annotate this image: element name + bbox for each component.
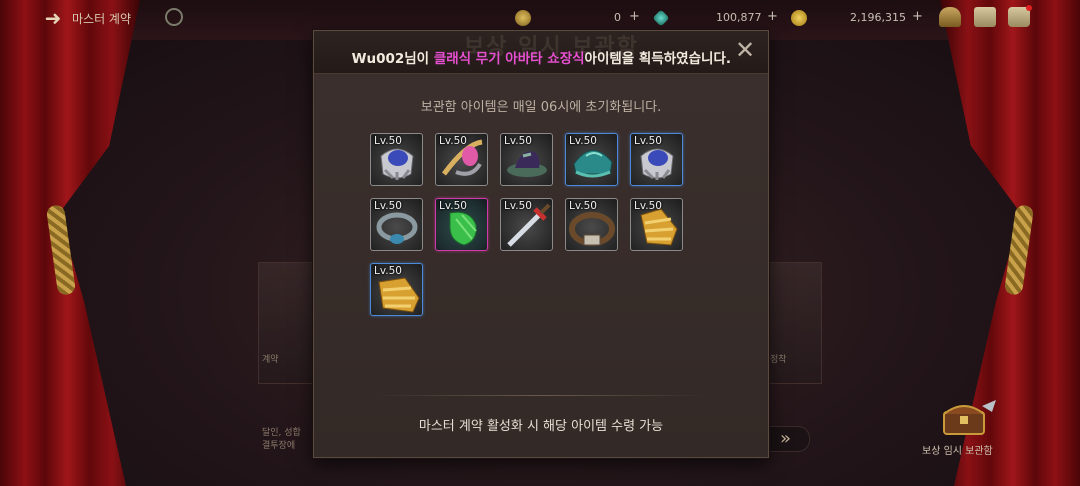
item-level: Lv.50	[504, 135, 532, 147]
close-icon: ✕	[734, 36, 756, 64]
gold-value: 2,196,315	[850, 11, 906, 24]
item-level: Lv.50	[634, 200, 662, 212]
coin-value: 0	[614, 11, 621, 24]
notice-item-name: 클래식 무기 아바타 쇼장식	[433, 51, 585, 67]
close-button[interactable]: ✕	[732, 37, 758, 63]
dialog-divider	[374, 395, 708, 396]
item-level: Lv.50	[374, 265, 402, 277]
background-card-left-text: 계약	[262, 355, 279, 365]
coin-add-button[interactable]: +	[629, 9, 640, 24]
item-level: Lv.50	[569, 200, 597, 212]
coin-icon	[515, 10, 531, 26]
chat-icon[interactable]	[1008, 5, 1032, 27]
claim-condition-text: 마스터 계약 활성화 시 해당 아이템 수령 가능	[418, 419, 664, 434]
curtain-left	[0, 0, 140, 486]
treasure-label: 보상 임시 보관함	[922, 446, 993, 457]
item-slot[interactable]: Lv.50	[565, 133, 618, 186]
notification-dot	[1026, 5, 1032, 11]
reset-info-text: 보관함 아이템은 매일 06시에 초기화됩니다.	[420, 100, 662, 115]
item-slot[interactable]: Lv.50	[500, 198, 553, 251]
item-slot[interactable]: Lv.50	[370, 133, 423, 186]
gold-icon	[791, 10, 807, 26]
mail-icon[interactable]	[974, 7, 996, 27]
item-slot[interactable]: Lv.50	[370, 263, 423, 316]
treasure-chest-button[interactable]	[938, 398, 998, 438]
item-level: Lv.50	[569, 135, 597, 147]
double-chevron-icon: »	[780, 428, 792, 449]
gem-add-button[interactable]: +	[767, 9, 778, 24]
help-icon[interactable]	[165, 8, 183, 26]
item-slot[interactable]: Lv.50	[435, 198, 488, 251]
item-slot[interactable]: Lv.50	[370, 198, 423, 251]
treasure-chest-icon	[943, 400, 996, 435]
notice-prefix: Wu002님이	[351, 51, 434, 67]
item-level: Lv.50	[504, 200, 532, 212]
item-slot[interactable]: Lv.50	[435, 133, 488, 186]
item-level: Lv.50	[439, 135, 467, 147]
background-text: 달인, 성합 결투장에	[262, 428, 301, 451]
reward-dialog: 보상 임시 보관함 Wu002님이 클래식 무기 아바타 쇼장식아이템을 획득하…	[313, 30, 769, 458]
dialog-header: 보상 임시 보관함 Wu002님이 클래식 무기 아바타 쇼장식아이템을 획득하…	[314, 31, 768, 74]
back-button[interactable]: ➜	[40, 6, 66, 30]
item-level: Lv.50	[374, 200, 402, 212]
background-card-right-text: 정착	[770, 355, 787, 365]
item-slot[interactable]: Lv.50	[565, 198, 618, 251]
item-level: Lv.50	[374, 135, 402, 147]
gem-icon	[652, 9, 670, 27]
item-slot[interactable]: Lv.50	[500, 133, 553, 186]
item-slot[interactable]: Lv.50	[630, 198, 683, 251]
hat-icon[interactable]	[939, 7, 961, 27]
item-level: Lv.50	[634, 135, 662, 147]
notice-suffix: 아이템을 획득하였습니다.	[584, 51, 731, 67]
gold-add-button[interactable]: +	[912, 9, 923, 24]
back-arrow-icon: ➜	[44, 6, 62, 30]
gem-value: 100,877	[716, 11, 762, 24]
item-slot[interactable]: Lv.50	[630, 133, 683, 186]
acquire-notice: Wu002님이 클래식 무기 아바타 쇼장식아이템을 획득하였습니다.	[314, 47, 731, 67]
page-title: 마스터 계약	[72, 12, 132, 26]
item-level: Lv.50	[439, 200, 467, 212]
